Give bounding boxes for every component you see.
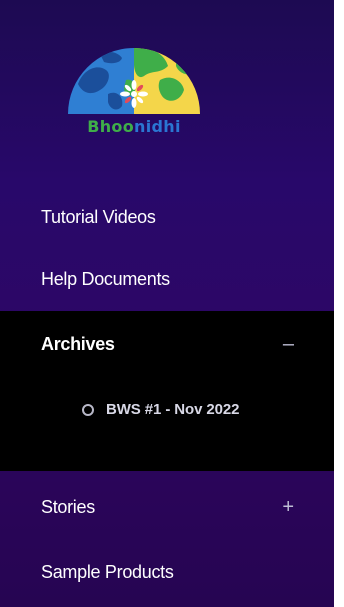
logo-text-part1: Bhoo: [87, 117, 135, 136]
menu-item-stories[interactable]: Stories +: [0, 476, 334, 538]
menu-item-tutorial-videos[interactable]: Tutorial Videos: [0, 186, 334, 248]
globe-icon: [68, 48, 200, 114]
menu-item-help-documents[interactable]: Help Documents: [0, 248, 334, 310]
menu-item-label: Tutorial Videos: [41, 206, 156, 227]
circle-bullet-icon: [82, 403, 94, 416]
menu-item-archives[interactable]: Archives –: [0, 311, 334, 377]
collapse-icon[interactable]: –: [283, 334, 294, 354]
archives-section: Archives – BWS #1 - Nov 2022: [0, 311, 334, 471]
expand-icon[interactable]: +: [282, 497, 294, 517]
submenu-item-label: BWS #1 - Nov 2022: [106, 401, 240, 418]
logo-text-part2: nidhi: [134, 117, 181, 136]
menu-item-label: Stories: [41, 496, 95, 517]
menu-item-label: Archives: [41, 333, 115, 354]
page-edge: [334, 0, 344, 607]
menu-item-sample-products[interactable]: Sample Products: [0, 541, 334, 603]
menu-item-label: Sample Products: [41, 561, 174, 582]
logo-wordmark: Bhoonidhi: [64, 117, 204, 136]
sidebar-nav: Bhoonidhi Tutorial Videos Help Documents…: [0, 0, 334, 607]
bhoonidhi-logo[interactable]: Bhoonidhi: [64, 24, 204, 142]
menu-item-label: Help Documents: [41, 268, 170, 289]
submenu-item-bws-1[interactable]: BWS #1 - Nov 2022: [82, 401, 239, 418]
